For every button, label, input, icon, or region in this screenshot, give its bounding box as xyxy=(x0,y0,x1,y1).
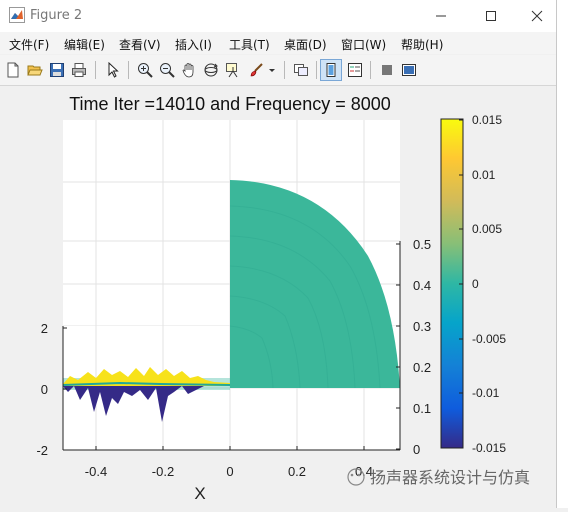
close-icon xyxy=(531,10,543,22)
background-window-edge xyxy=(557,0,568,508)
chevron-down-icon xyxy=(269,69,275,72)
zoom-out-icon xyxy=(160,63,175,78)
colorbar-tick-label: 0.005 xyxy=(472,222,502,236)
toolbar-separator xyxy=(284,61,285,79)
colorbar-button[interactable] xyxy=(320,59,342,81)
maximize-button[interactable] xyxy=(468,0,514,32)
rotate-3d-button[interactable] xyxy=(200,59,222,81)
print-button[interactable] xyxy=(68,59,90,81)
x-tick-label: 0 xyxy=(226,464,233,479)
toolbar-separator xyxy=(316,61,317,79)
link-plot-button[interactable] xyxy=(290,59,312,81)
print-icon xyxy=(72,63,86,77)
figure-toolbar xyxy=(0,55,556,86)
matlab-logo-icon xyxy=(9,7,25,23)
window-title: Figure 2 xyxy=(30,8,83,23)
close-button[interactable] xyxy=(514,0,560,32)
colorbar-icon xyxy=(326,63,336,77)
pan-button[interactable] xyxy=(178,59,200,81)
menu-tools[interactable]: 工具(T) xyxy=(229,36,270,53)
watermark-text: 扬声器系统设计与仿真 xyxy=(370,469,530,487)
figure-window: Figure 2 文件(F) 编辑(E) 查看(V) 插入(I) 工具(T) 桌… xyxy=(0,0,557,508)
x-tick-label: 0.2 xyxy=(288,464,306,479)
save-icon xyxy=(50,63,64,77)
data-cursor-icon xyxy=(226,63,238,78)
select-arrow-icon xyxy=(108,62,119,78)
right-y-tick-label: 0 xyxy=(413,442,420,457)
select-arrow-button[interactable] xyxy=(102,59,124,81)
hide-plot-tools-icon xyxy=(382,65,392,75)
left-y-tick-label: 2 xyxy=(41,321,48,336)
minimize-button[interactable] xyxy=(418,0,464,32)
open-file-button[interactable] xyxy=(24,59,46,81)
pan-hand-icon xyxy=(182,63,194,78)
x-tick-label: -0.2 xyxy=(152,464,174,479)
brush-button[interactable] xyxy=(246,59,268,81)
show-plot-tools-button[interactable] xyxy=(398,59,420,81)
new-figure-icon xyxy=(7,62,19,78)
title-bar: Figure 2 xyxy=(0,0,556,32)
menu-bar: 文件(F) 编辑(E) 查看(V) 插入(I) 工具(T) 桌面(D) 窗口(W… xyxy=(0,32,556,54)
colorbar-tick-label: -0.005 xyxy=(472,332,506,346)
rotate-3d-icon xyxy=(204,63,218,77)
new-figure-button[interactable] xyxy=(2,59,24,81)
legend-button[interactable] xyxy=(344,59,366,81)
data-cursor-button[interactable] xyxy=(222,59,244,81)
open-file-icon xyxy=(27,65,43,76)
brush-icon xyxy=(250,63,263,77)
colorbar-tick-label: -0.01 xyxy=(472,386,500,400)
menu-insert[interactable]: 插入(I) xyxy=(175,36,212,53)
left-y-tick-label: -2 xyxy=(36,443,48,458)
menu-file[interactable]: 文件(F) xyxy=(9,36,49,53)
figure-plot: Time Iter =14010 and Frequency = 8000 2 … xyxy=(36,94,530,503)
menu-window[interactable]: 窗口(W) xyxy=(341,36,386,53)
left-y-tick-label: 0 xyxy=(41,382,48,397)
hide-plot-tools-button[interactable] xyxy=(376,59,398,81)
figure-title: Time Iter =14010 and Frequency = 8000 xyxy=(69,94,391,114)
save-button[interactable] xyxy=(46,59,68,81)
x-tick-label: -0.4 xyxy=(85,464,107,479)
minimize-icon xyxy=(436,15,446,17)
colorbar-tick-label: -0.015 xyxy=(472,441,506,455)
right-y-tick-label: 0.5 xyxy=(413,237,431,252)
right-y-tick-label: 0.4 xyxy=(413,278,431,293)
toolbar-separator xyxy=(128,61,129,79)
colorbar-tick-label: 0 xyxy=(472,277,479,291)
toolbar-separator xyxy=(95,61,96,79)
x-axis-label: X xyxy=(194,484,205,503)
menu-desktop[interactable]: 桌面(D) xyxy=(284,36,327,53)
right-y-tick-label: 0.3 xyxy=(413,319,431,334)
menu-edit[interactable]: 编辑(E) xyxy=(64,36,105,53)
watermark: 扬声器系统设计与仿真 xyxy=(347,468,530,487)
zoom-out-button[interactable] xyxy=(156,59,178,81)
figure-canvas: Time Iter =14010 and Frequency = 8000 2 … xyxy=(0,86,556,508)
zoom-in-button[interactable] xyxy=(134,59,156,81)
brush-dropdown[interactable] xyxy=(266,59,278,81)
zoom-in-icon xyxy=(138,63,153,78)
right-y-tick-label: 0.2 xyxy=(413,360,431,375)
right-y-tick-label: 0.1 xyxy=(413,401,431,416)
legend-icon xyxy=(348,63,362,77)
colorbar-tick-label: 0.01 xyxy=(472,168,496,182)
menu-view[interactable]: 查看(V) xyxy=(119,36,161,53)
link-plot-icon xyxy=(294,64,308,76)
maximize-icon xyxy=(486,11,496,21)
menu-help[interactable]: 帮助(H) xyxy=(401,36,443,53)
toolbar-separator xyxy=(370,61,371,79)
colorbar-tick-label: 0.015 xyxy=(472,113,502,127)
show-plot-tools-icon xyxy=(402,64,416,76)
